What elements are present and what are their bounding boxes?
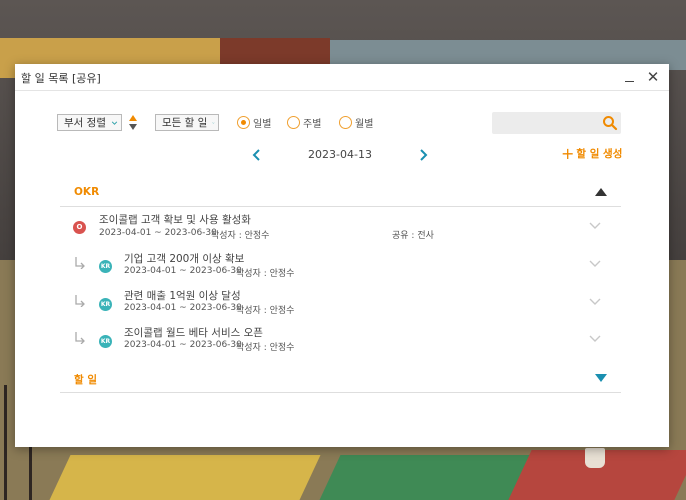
background-rug-yellow xyxy=(49,455,321,500)
chevron-down-icon xyxy=(212,121,215,124)
okr-objective-item[interactable]: O 조이콜랩 고객 확보 및 사용 활성화 2023-04-01 ~ 2023-… xyxy=(60,209,621,246)
todo-filter-dropdown[interactable]: 모든 할 일 xyxy=(155,114,219,131)
chevron-down-icon[interactable] xyxy=(589,260,601,268)
chevron-left-icon[interactable] xyxy=(251,148,263,162)
dept-sort-dropdown[interactable]: 부서 정렬 xyxy=(57,114,122,131)
okr-key-result-item[interactable]: KR 관련 매출 1억원 이상 달성 2023-04-01 ~ 2023-06-… xyxy=(60,285,621,322)
okr-item-name: 기업 고객 200개 이상 확보 xyxy=(124,253,245,265)
todo-section-header[interactable]: 할 일 xyxy=(60,364,621,393)
minimize-icon[interactable] xyxy=(619,67,639,87)
okr-item-share: 공유 : 전사 xyxy=(392,231,434,241)
title-bar: 할 일 목록 [공유] ✕ xyxy=(15,64,669,91)
coffee-cup-icon xyxy=(585,448,605,468)
radio-weekly-circle xyxy=(287,116,300,129)
window-title: 할 일 목록 [공유] xyxy=(21,72,101,85)
radio-monthly[interactable]: 월별 xyxy=(339,115,373,130)
radio-daily[interactable]: 일별 xyxy=(237,115,271,130)
collapse-triangle-icon[interactable] xyxy=(595,188,607,196)
sub-item-arrow-icon xyxy=(75,295,85,307)
radio-daily-circle xyxy=(237,116,250,129)
background-rug-green xyxy=(319,455,541,500)
search-box xyxy=(492,112,621,134)
okr-item-period: 2023-04-01 ~ 2023-06-30 xyxy=(99,228,217,238)
create-todo-label: 할 일 생성 xyxy=(576,148,623,160)
chevron-down-icon xyxy=(111,121,118,125)
okr-section-title: OKR xyxy=(74,186,100,198)
key-result-badge-icon: KR xyxy=(99,260,112,273)
okr-item-author: 작성자 : 안정수 xyxy=(236,269,295,279)
dept-sort-label: 부서 정렬 xyxy=(64,117,106,129)
sub-item-arrow-icon xyxy=(75,332,85,344)
search-input[interactable] xyxy=(498,115,602,133)
current-date: 2023-04-13 xyxy=(308,148,372,161)
expand-triangle-icon[interactable] xyxy=(595,374,607,382)
search-icon[interactable] xyxy=(602,115,618,131)
okr-item-name: 조이콜랩 월드 베타 서비스 오픈 xyxy=(124,327,263,339)
key-result-badge-icon: KR xyxy=(99,298,112,311)
todo-list-dialog: 할 일 목록 [공유] ✕ 부서 정렬 모든 할 일 일별 주별 월별 2023… xyxy=(15,64,669,447)
okr-item-name: 조이콜랩 고객 확보 및 사용 활성화 xyxy=(99,214,251,226)
create-todo-button[interactable]: + 할 일 생성 xyxy=(561,143,623,163)
radio-monthly-circle xyxy=(339,116,352,129)
chevron-down-icon[interactable] xyxy=(589,335,601,343)
okr-item-period: 2023-04-01 ~ 2023-06-30 xyxy=(124,303,242,313)
okr-item-author: 작성자 : 안정수 xyxy=(236,343,295,353)
chevron-right-icon[interactable] xyxy=(417,148,429,162)
todo-filter-label: 모든 할 일 xyxy=(162,117,208,129)
sub-item-arrow-icon xyxy=(75,257,85,269)
sort-arrows-icon[interactable] xyxy=(129,115,137,130)
okr-item-author: 작성자 : 안정수 xyxy=(211,231,270,241)
radio-daily-label: 일별 xyxy=(253,119,272,130)
chevron-down-icon[interactable] xyxy=(589,222,601,230)
todo-section-title: 할 일 xyxy=(74,374,97,386)
okr-key-result-item[interactable]: KR 조이콜랩 월드 베타 서비스 오픈 2023-04-01 ~ 2023-0… xyxy=(60,322,621,359)
radio-weekly-label: 주별 xyxy=(303,119,322,130)
okr-item-author: 작성자 : 안정수 xyxy=(236,306,295,316)
objective-badge-icon: O xyxy=(73,221,86,234)
okr-item-period: 2023-04-01 ~ 2023-06-30 xyxy=(124,340,242,350)
okr-section-header[interactable]: OKR xyxy=(60,178,621,207)
okr-item-period: 2023-04-01 ~ 2023-06-30 xyxy=(124,266,242,276)
okr-key-result-item[interactable]: KR 기업 고객 200개 이상 확보 2023-04-01 ~ 2023-06… xyxy=(60,247,621,284)
plus-icon: + xyxy=(561,143,575,163)
radio-weekly[interactable]: 주별 xyxy=(287,115,321,130)
chevron-down-icon[interactable] xyxy=(589,298,601,306)
toolbar: 부서 정렬 모든 할 일 일별 주별 월별 xyxy=(15,112,669,136)
radio-monthly-label: 월별 xyxy=(355,119,374,130)
okr-item-name: 관련 매출 1억원 이상 달성 xyxy=(124,290,241,302)
close-icon[interactable]: ✕ xyxy=(643,67,663,87)
key-result-badge-icon: KR xyxy=(99,335,112,348)
